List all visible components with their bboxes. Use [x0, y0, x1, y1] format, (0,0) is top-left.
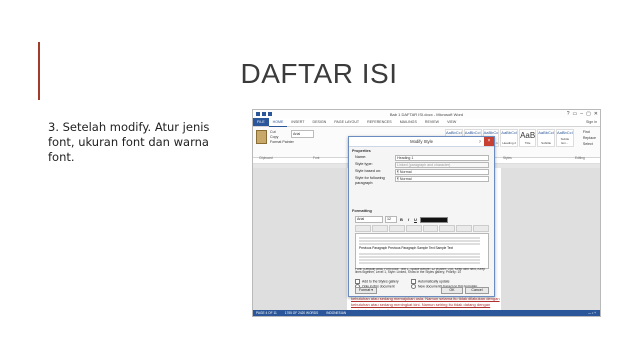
preview-line	[359, 262, 480, 264]
style-description: Font: (Default) Arial, Font color: Text …	[355, 268, 485, 275]
format-button[interactable]: Format ▾	[355, 287, 377, 294]
preview-line	[359, 256, 480, 258]
tab-design[interactable]: DESIGN	[309, 118, 331, 126]
style-based-on-select[interactable]: ¶ Normal	[395, 169, 489, 175]
indent-decrease-button[interactable]	[456, 225, 473, 232]
close-button[interactable]: ×	[484, 137, 494, 146]
dialog-title: Modify Style	[410, 139, 433, 144]
modify-style-dialog: Modify Style ? × Properties Name: Heading…	[348, 136, 495, 297]
tab-mailings[interactable]: MAILINGS	[396, 118, 421, 126]
style-tile[interactable]: AaBbCcI Subtle Em...	[556, 129, 574, 147]
dialog-buttons: Format ▾ OK Cancel	[355, 287, 489, 294]
property-row: Style based on: ¶ Normal	[355, 169, 489, 175]
preview-sample-text: Previous Paragraph Previous Paragraph Sa…	[359, 246, 453, 250]
property-row: Style for following paragraph: ¶ Normal	[355, 176, 489, 185]
preview-line	[359, 253, 480, 255]
page-count[interactable]: PAGE 4 OF 11	[256, 310, 277, 316]
group-label-clipboard: Clipboard	[259, 156, 273, 160]
paste-icon[interactable]	[256, 130, 267, 144]
preview-line	[359, 243, 480, 245]
auto-update-label: Automatically update	[418, 279, 450, 284]
slide-description: 3. Setelah modify. Atur jenis font, ukur…	[48, 120, 210, 164]
tab-view[interactable]: VIEW	[443, 118, 460, 126]
document-title: Bab 1 DAFTAR ISI.docx - Microsoft Word	[389, 112, 464, 117]
properties-section-label: Properties	[352, 149, 371, 153]
line-spacing-button[interactable]	[422, 225, 439, 232]
style-preview: Previous Paragraph Previous Paragraph Sa…	[355, 233, 489, 269]
style-tile[interactable]: AaBbCcI Heading 2	[500, 129, 519, 147]
property-label: Name:	[355, 155, 367, 159]
property-row: Name: Heading 1	[355, 155, 489, 161]
property-label: Style based on:	[355, 169, 382, 173]
preview-line	[359, 259, 480, 261]
align-right-button[interactable]	[388, 225, 405, 232]
align-center-button[interactable]	[371, 225, 388, 232]
style-tile[interactable]: AaB Title	[519, 129, 537, 147]
following-paragraph-select[interactable]: ¶ Normal	[395, 176, 489, 182]
dialog-titlebar: Modify Style ? ×	[349, 137, 494, 147]
bold-button[interactable]: B	[399, 217, 404, 222]
language-indicator[interactable]: INDONESIAN	[326, 310, 346, 316]
font-size-select[interactable]: 12	[385, 216, 397, 223]
space-before-button[interactable]	[439, 225, 456, 232]
help-icon[interactable]: ?	[479, 137, 481, 146]
style-sample: AaBbCcI	[501, 130, 518, 135]
tab-insert[interactable]: INSERT	[287, 118, 308, 126]
editing-group: Find Replace Select	[583, 129, 596, 147]
style-sample: AaBbCcI	[538, 130, 554, 135]
sign-in-link[interactable]: Sign in	[586, 120, 600, 124]
slide-title: DAFTAR ISI	[240, 58, 398, 89]
ok-button[interactable]: OK	[441, 287, 463, 294]
preview-line	[359, 240, 480, 242]
indent-increase-button[interactable]	[473, 225, 489, 232]
align-left-button[interactable]	[355, 225, 371, 232]
font-select[interactable]: Arial	[355, 216, 383, 223]
window-controls[interactable]: ? ▭ – ▢ ✕	[567, 111, 598, 117]
formatting-toolbar: Arial 12 B I U	[355, 216, 489, 223]
underline-button[interactable]: U	[413, 217, 418, 222]
formatting-section-label: Formatting	[352, 209, 372, 213]
style-name-input[interactable]: Heading 1	[395, 155, 489, 161]
font-name-select[interactable]: Arial	[291, 130, 314, 138]
clipboard-group: Cut Copy Format Painter	[256, 130, 294, 145]
style-sample: AaBbCcI	[464, 130, 481, 135]
zoom-control[interactable]: — ▪ +	[588, 310, 600, 316]
group-label-editing: Editing	[575, 156, 585, 160]
group-label-styles: Styles	[503, 156, 512, 160]
property-label: Style type:	[355, 162, 373, 166]
style-sample: AaBbCcI	[557, 130, 573, 135]
style-tile[interactable]: AaBbCcI Subtitle	[537, 129, 555, 147]
format-painter-button[interactable]: Format Painter	[270, 140, 294, 145]
tab-page-layout[interactable]: PAGE LAYOUT	[330, 118, 363, 126]
style-name: Title	[524, 141, 531, 145]
tab-file[interactable]: FILE	[253, 118, 269, 126]
cancel-button[interactable]: Cancel	[465, 287, 489, 294]
tab-home[interactable]: HOME	[268, 118, 288, 127]
add-to-gallery-label: Add to the Styles gallery	[362, 279, 399, 284]
select-button[interactable]: Select	[583, 141, 596, 147]
justify-button[interactable]	[405, 225, 422, 232]
preview-line	[359, 237, 480, 239]
tab-references[interactable]: REFERENCES	[363, 118, 396, 126]
tab-review[interactable]: REVIEW	[421, 118, 443, 126]
word-count[interactable]: 1765 OF 2420 WORDS	[285, 310, 318, 316]
status-bar: PAGE 4 OF 11 1765 OF 2420 WORDS INDONESI…	[253, 310, 600, 316]
alignment-toolbar	[355, 225, 489, 232]
style-sample: AaBbCcI	[446, 130, 462, 135]
style-name: Subtle Em...	[560, 137, 570, 145]
group-label-font: Font	[313, 156, 320, 160]
property-label: Style for following paragraph:	[355, 176, 385, 185]
property-row: Style type: Linked (paragraph and charact…	[355, 162, 489, 168]
italic-button[interactable]: I	[406, 217, 411, 222]
document-text-line: kebutuhan atau sedang meningkat kini. Na…	[351, 302, 491, 307]
font-color-select[interactable]	[420, 216, 448, 223]
word-titlebar: Bab 1 DAFTAR ISI.docx - Microsoft Word ?…	[253, 110, 600, 118]
style-name: Heading 2	[502, 141, 517, 145]
ribbon-tabs: FILE HOME INSERT DESIGN PAGE LAYOUT REFE…	[253, 118, 600, 127]
style-type-select[interactable]: Linked (paragraph and character)	[395, 162, 489, 168]
style-sample: AaBbCc	[483, 130, 499, 135]
style-name: Subtitle	[541, 141, 552, 145]
style-sample: AaB	[520, 131, 536, 140]
